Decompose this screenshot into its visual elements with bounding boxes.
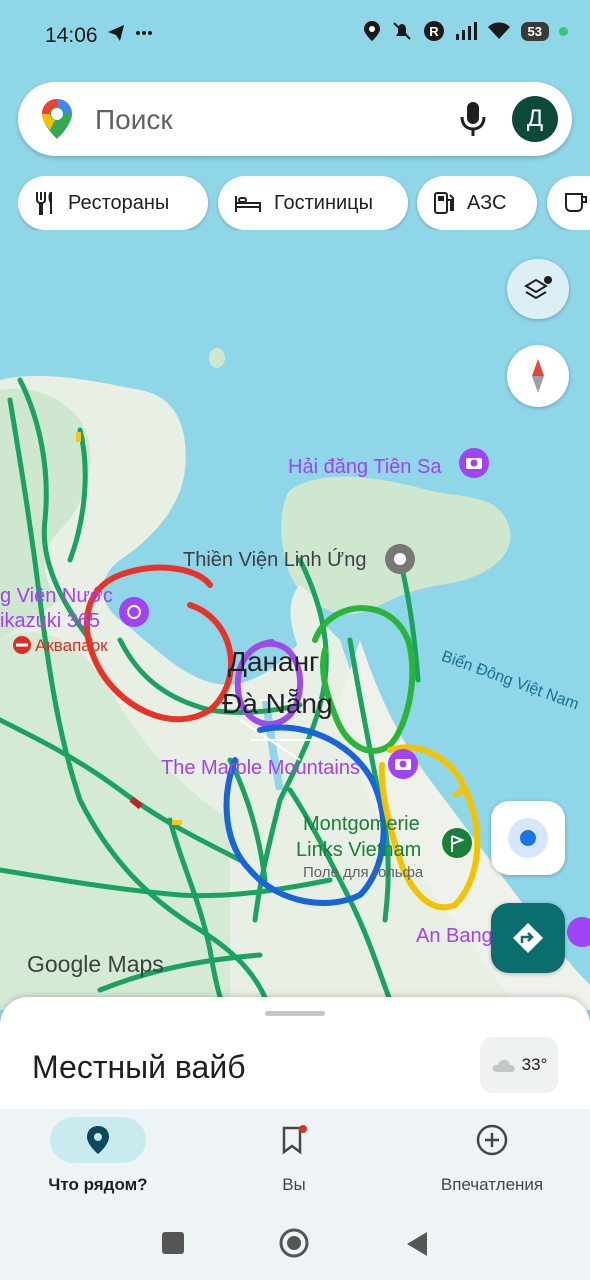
nav-contribute[interactable]: Впечатления [394, 1117, 590, 1195]
r-status-icon: R [423, 21, 444, 41]
chip-gas-stations[interactable]: АЗС [417, 176, 537, 230]
bed-icon [234, 192, 262, 214]
google-maps-pin-icon [42, 99, 72, 139]
nav-you[interactable]: Вы [196, 1117, 392, 1195]
map-label-golf-line2[interactable]: Links Vietnam [296, 839, 421, 862]
map-label-an-bang[interactable]: An Bang [416, 925, 493, 948]
compass-button[interactable] [507, 345, 569, 407]
nav-contribute-pill [444, 1117, 540, 1163]
map-label-aqua-park[interactable]: Аквапарк [35, 636, 108, 656]
telegram-icon [106, 22, 154, 50]
coffee-cup-icon [563, 191, 589, 215]
map-label-pagoda[interactable]: Thiền Viện Linh Ứng [183, 549, 367, 572]
map-label-city-ru[interactable]: Дананг [228, 646, 319, 678]
bookmark-icon [282, 1125, 307, 1155]
chip-label: Гостиницы [274, 191, 373, 214]
chip-restaurants[interactable]: Рестораны [18, 176, 208, 230]
layers-button[interactable] [507, 259, 569, 319]
status-bar: 14:06 R 53 [0, 0, 590, 72]
google-maps-logo: Google Maps [27, 951, 164, 977]
privacy-dot [559, 26, 568, 36]
gas-pump-icon [433, 190, 455, 216]
location-pin-icon [87, 1126, 109, 1154]
directions-button[interactable] [491, 903, 565, 973]
nav-you-pill [246, 1117, 342, 1163]
mute-status-icon [392, 22, 411, 40]
category-chips: Рестораны Гостиницы АЗС [18, 176, 590, 230]
account-avatar[interactable]: Д [512, 96, 558, 142]
my-location-button[interactable] [491, 801, 565, 875]
my-location-icon [508, 818, 548, 858]
status-right-icons: R 53 [363, 20, 568, 42]
fork-knife-icon [34, 190, 56, 216]
map-label-lighthouse[interactable]: Hải đăng Tiên Sa [288, 456, 441, 479]
temperature: 33° [521, 1055, 548, 1074]
chip-label: АЗС [467, 191, 507, 214]
nav-contribute-label: Впечатления [440, 1175, 544, 1194]
marble-mountains-poi-icon[interactable] [388, 749, 418, 779]
chip-label: Рестораны [68, 191, 170, 214]
signal-icon [455, 22, 477, 40]
map-label-marble-mountains[interactable]: The Marble Mountains [161, 757, 360, 780]
sheet-title: Местный вайб [32, 1049, 246, 1085]
bottom-navigation: Что рядом? Вы Впечатления [0, 1109, 590, 1214]
search-input[interactable]: Поиск [95, 104, 173, 136]
nav-explore-label: Что рядом? [48, 1175, 148, 1194]
cloud-icon [492, 1059, 515, 1072]
golf-poi-icon[interactable] [442, 828, 472, 858]
search-bar[interactable]: Поиск Д [18, 82, 572, 156]
layers-icon [524, 276, 552, 300]
back-icon[interactable] [404, 1230, 430, 1258]
nav-explore-pill [50, 1117, 146, 1163]
nav-explore[interactable]: Что рядом? [0, 1117, 196, 1195]
map-label-golf[interactable]: Montgomerie [303, 813, 420, 836]
directions-icon [513, 923, 543, 953]
recents-icon[interactable] [161, 1231, 185, 1255]
system-navigation-bar [0, 1214, 590, 1280]
weather-badge[interactable]: 33° [480, 1037, 558, 1093]
pagoda-poi-icon[interactable] [385, 544, 415, 574]
svg-text:R: R [429, 24, 439, 39]
location-status-icon [363, 21, 380, 41]
water-park-poi-icon[interactable] [119, 597, 149, 627]
nav-you-label: Вы [282, 1175, 306, 1194]
map-label-water-park-line2[interactable]: ikazuki 365 [0, 610, 100, 633]
compass-icon [532, 359, 544, 393]
lighthouse-poi-icon[interactable] [459, 448, 489, 478]
chip-coffee[interactable] [547, 176, 590, 230]
map-label-water-park[interactable]: g Viên Nước [0, 585, 113, 608]
wifi-icon [487, 22, 510, 39]
home-icon[interactable] [279, 1228, 309, 1258]
map-label-city-vi[interactable]: Đà Nẵng [222, 688, 333, 720]
aqua-park-closed-icon[interactable] [13, 636, 31, 654]
battery-level: 53 [520, 21, 549, 41]
status-time: 14:06 [45, 24, 98, 47]
mic-icon[interactable] [458, 100, 488, 138]
plus-circle-icon [476, 1124, 508, 1156]
chip-hotels[interactable]: Гостиницы [218, 176, 408, 230]
map-label-golf-category[interactable]: Поле для гольфа [303, 864, 423, 881]
sheet-drag-handle[interactable] [265, 1011, 325, 1016]
